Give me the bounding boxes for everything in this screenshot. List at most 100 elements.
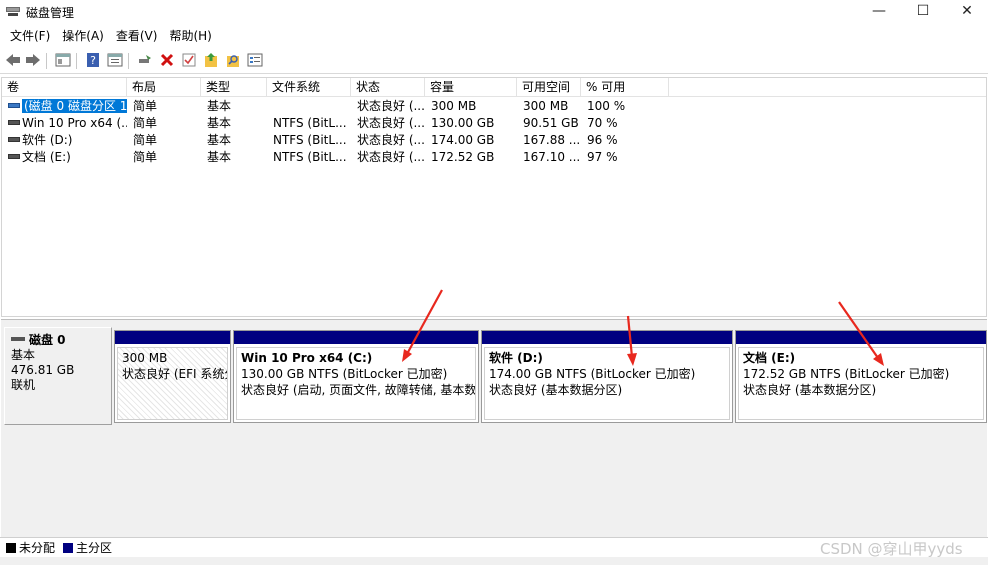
cell-filesystem: NTFS (BitL... [273,133,347,147]
partition-bar [115,331,230,344]
cell-layout: 简单 [133,99,158,113]
cell-layout: 简单 [133,116,158,130]
partition-title: 文档 (E:) [743,351,796,365]
window-title: 磁盘管理 [26,6,75,20]
partition-c[interactable]: Win 10 Pro x64 (C:) 130.00 GB NTFS (BitL… [233,330,479,423]
drive-icon [8,154,20,159]
menu-view[interactable]: 查看(V) [110,25,164,46]
disk-name: 磁盘 0 [29,333,66,347]
toolbar-separator [76,53,77,69]
partition-bar [482,331,732,344]
disk-size: 476.81 GB [11,363,75,377]
partition-body: 文档 (E:) 172.52 GB NTFS (BitLocker 已加密) 状… [738,347,984,420]
forward-icon[interactable] [24,51,42,69]
cell-filesystem: NTFS (BitL... [273,116,347,130]
column-header-volume[interactable]: 卷 [2,78,127,97]
column-header-percent-free[interactable]: % 可用 [581,78,669,97]
cell-volume: 文档 (E:) [4,149,127,166]
table-row[interactable]: Win 10 Pro x64 (... 简单 基本 NTFS (BitL... … [2,115,986,132]
cell-free-space: 90.51 GB [523,116,579,130]
delete-icon[interactable] [158,51,176,69]
column-header-filesystem[interactable]: 文件系统 [267,78,351,97]
disk-type: 基本 [11,348,36,362]
column-header-status[interactable]: 状态 [351,78,425,97]
disk-status: 联机 [11,378,36,392]
minimize-button[interactable]: — [856,0,902,22]
table-row[interactable]: 软件 (D:) 简单 基本 NTFS (BitL... 状态良好 (... 17… [2,132,986,149]
partition-status: 状态良好 (EFI 系统分区) [122,367,227,381]
partition-title: Win 10 Pro x64 (C:) [241,351,373,365]
cell-percent-free: 96 % [587,133,618,147]
partition-bar [736,331,986,344]
partition-efi[interactable]: 300 MB 状态良好 (EFI 系统分区) [114,330,231,423]
toolbar-separator [46,53,47,69]
drive-icon [8,103,20,108]
column-header-type[interactable]: 类型 [201,78,267,97]
volume-list-header: 卷 布局 类型 文件系统 状态 容量 可用空间 % 可用 [2,78,986,97]
partition-e[interactable]: 文档 (E:) 172.52 GB NTFS (BitLocker 已加密) 状… [735,330,987,423]
disk-graphical-view[interactable]: 磁盘 0 基本 476.81 GB 联机 300 MB 状态良好 (EFI 系统… [1,319,987,537]
cell-percent-free: 70 % [587,116,618,130]
cell-percent-free: 100 % [587,99,626,113]
volume-list[interactable]: 卷 布局 类型 文件系统 状态 容量 可用空间 % 可用 (磁盘 0 磁盘分区 … [1,77,987,317]
legend-primary: 主分区 [76,541,113,555]
menu-bar: 文件(F) 操作(A) 查看(V) 帮助(H) [0,24,988,46]
check-icon[interactable] [180,51,198,69]
partition-row: 300 MB 状态良好 (EFI 系统分区) Win 10 Pro x64 (C… [114,330,987,423]
cell-volume: 软件 (D:) [4,132,127,149]
folder-search-icon[interactable] [224,51,242,69]
disk-icon [11,337,25,341]
column-header-layout[interactable]: 布局 [127,78,201,97]
table-row[interactable]: (磁盘 0 磁盘分区 1) 简单 基本 状态良好 (... 300 MB 300… [2,98,986,115]
console-tree-icon[interactable] [54,51,72,69]
menu-help[interactable]: 帮助(H) [163,25,217,46]
menu-file[interactable]: 文件(F) [4,25,56,46]
cell-capacity: 174.00 GB [431,133,495,147]
table-row[interactable]: 文档 (E:) 简单 基本 NTFS (BitL... 状态良好 (... 17… [2,149,986,166]
cell-capacity: 300 MB [431,99,477,113]
close-button[interactable]: ✕ [944,0,988,22]
cell-capacity: 130.00 GB [431,116,495,130]
list-view-icon[interactable] [246,51,264,69]
cell-type: 基本 [207,133,232,147]
legend-unallocated: 未分配 [19,541,56,555]
cell-status: 状态良好 (... [357,150,425,164]
cell-status: 状态良好 (... [357,99,425,113]
cell-layout: 简单 [133,150,158,164]
cell-volume: (磁盘 0 磁盘分区 1) [4,98,127,115]
partition-body: Win 10 Pro x64 (C:) 130.00 GB NTFS (BitL… [236,347,476,420]
disk-info-panel[interactable]: 磁盘 0 基本 476.81 GB 联机 [4,327,112,425]
partition-status: 状态良好 (基本数据分区) [743,383,877,397]
cell-free-space: 300 MB [523,99,569,113]
partition-d[interactable]: 软件 (D:) 174.00 GB NTFS (BitLocker 已加密) 状… [481,330,733,423]
column-header-free-space[interactable]: 可用空间 [517,78,581,97]
cell-volume: Win 10 Pro x64 (... [4,115,127,132]
partition-status: 状态良好 (启动, 页面文件, 故障转储, 基本数据分区) [241,383,476,397]
partition-title: 软件 (D:) [489,351,543,365]
cell-filesystem [269,98,349,115]
cell-percent-free: 97 % [587,150,618,164]
folder-up-icon[interactable] [202,51,220,69]
primary-partition-swatch [63,542,74,553]
watermark: CSDN @穿山甲yyds [820,540,963,558]
partition-size: 300 MB [122,351,168,365]
disk-management-app-icon [6,4,20,17]
partition-bar [234,331,478,344]
partition-size: 172.52 GB NTFS (BitLocker 已加密) [743,367,950,381]
cell-type: 基本 [207,150,232,164]
cell-layout: 简单 [133,133,158,147]
unallocated-swatch [6,542,16,553]
back-icon[interactable] [4,51,22,69]
cell-type: 基本 [207,99,232,113]
column-header-capacity[interactable]: 容量 [425,78,517,97]
partition-body: 300 MB 状态良好 (EFI 系统分区) [117,347,228,420]
maximize-button[interactable]: ☐ [900,0,946,22]
cell-type: 基本 [207,116,232,130]
drive-icon [8,137,20,142]
menu-action[interactable]: 操作(A) [56,25,110,46]
help-icon[interactable]: ? [84,51,102,69]
connect-icon[interactable] [136,51,154,69]
cell-status: 状态良好 (... [357,116,425,130]
partition-body: 软件 (D:) 174.00 GB NTFS (BitLocker 已加密) 状… [484,347,730,420]
properties-icon[interactable] [106,51,124,69]
